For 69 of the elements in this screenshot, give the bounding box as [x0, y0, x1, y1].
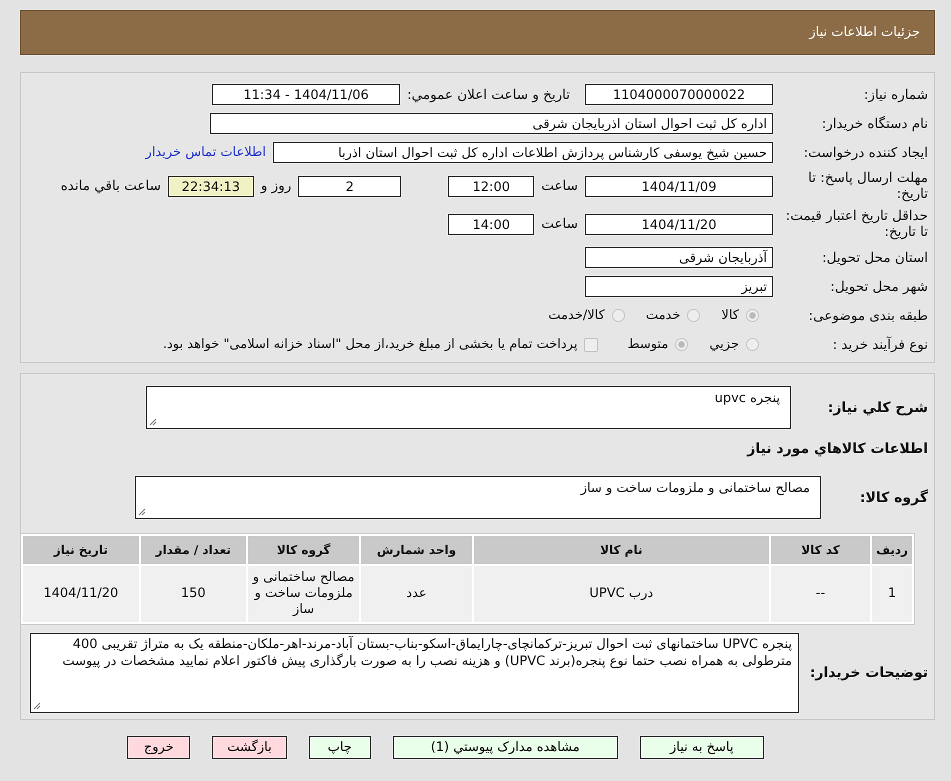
radio-label: کالا: [721, 308, 739, 323]
field-label: ساعت: [541, 178, 578, 194]
column-header: تعداد / مقدار: [140, 536, 246, 564]
field-label: ساعت باقي مانده: [60, 178, 161, 194]
action-button[interactable]: خروج: [127, 736, 190, 759]
radio-label: خدمت: [646, 308, 680, 323]
buyer-notes-field: پنجره UPVC ساختمانهای ثبت احوال تبریز-ترکمانچای-چارایماق-اسکو-بناب-بستان آباد-مرند-اهر-ملکان-منطقه یک به متراژ تقریبی 400 مترطولی به همراه نصب حتما نوع پنجره(برند UPVC) و هزینه نصب را به صورت بارگذاری پیش فاکتور اعلام نمایید مشخصات در پیوست: [30, 633, 799, 713]
goods-group-field: مصالح ساختمانی و ملزومات ساخت و ساز: [135, 476, 821, 519]
resize-grip-icon: [33, 702, 41, 710]
field-label: توضیحات خریدار:: [808, 665, 928, 681]
resize-grip-icon: [149, 418, 157, 426]
table-cell: --: [770, 566, 870, 622]
field-label: گروه کالا:: [858, 490, 928, 506]
column-header: گروه کالا: [248, 536, 360, 564]
field-label: مهلت ارسال پاسخ: تا تاریخ:: [807, 170, 928, 202]
column-header: واحد شمارش: [361, 536, 472, 564]
table-cell: مصالح ساختمانی و ملزومات ساخت و ساز: [248, 566, 360, 622]
field-label: شماره نیاز:: [862, 86, 928, 102]
field-label: استان محل تحویل:: [821, 250, 928, 266]
action-button[interactable]: بازگشت: [212, 736, 287, 759]
city-field: تبریز: [585, 276, 773, 297]
radio-button[interactable]: [612, 309, 625, 322]
field-label: ایجاد کننده درخواست:: [802, 144, 928, 160]
deadline-time-field: 12:00: [448, 176, 534, 196]
validity-date-field: 1404/11/20: [585, 214, 773, 234]
table-cell: 150: [140, 566, 246, 622]
buyer-contact-link[interactable]: اطلاعات تماس خریدار: [146, 145, 266, 160]
province-field: آذربایجان شرقی: [585, 247, 773, 268]
column-header: تاریخ نیاز: [23, 536, 139, 564]
column-header: کد کالا: [770, 536, 870, 564]
checkbox-label: پرداخت تمام یا بخشی از مبلغ خرید،از محل "اسناد خزانه اسلامی" خواهد بود.: [162, 337, 578, 352]
remaining-time-field: 22:34:13: [168, 176, 254, 196]
field-label: روز و: [260, 178, 292, 194]
days-field: 2: [298, 176, 402, 196]
radio-button[interactable]: [687, 309, 700, 322]
deadline-date-field: 1404/11/09: [585, 176, 773, 196]
need-number-field: 1104000070000022: [585, 84, 773, 105]
page-title: جزئیات اطلاعات نیاز: [809, 25, 920, 40]
resize-grip-icon: [138, 508, 146, 516]
table-cell: عدد: [361, 566, 472, 622]
field-label: شهر محل تحویل:: [829, 278, 928, 294]
radio-button[interactable]: [746, 309, 759, 322]
radio-label: کالا/خدمت: [548, 308, 605, 323]
requester-field: حسین شیخ یوسفی کارشناس پردازش اطلاعات اداره کل ثبت احوال استان اذربا: [273, 142, 773, 163]
field-label: تاریخ و ساعت اعلان عمومي:: [407, 86, 570, 102]
column-header: نام کالا: [474, 536, 769, 564]
radio-label: جزيي: [709, 337, 739, 352]
field-label: شرح کلي نیاز:: [826, 400, 928, 416]
buyer-field: اداره کل ثبت احوال استان اذربایجان شرقی: [210, 113, 773, 134]
table-cell: 1404/11/20: [23, 566, 139, 622]
table-cell: 1: [872, 566, 912, 622]
announce-date-field: 1404/11/06 - 11:34: [212, 84, 400, 105]
table-cell: درب UPVC: [474, 566, 769, 622]
action-button[interactable]: چاپ: [308, 736, 371, 759]
field-label: طبقه بندی موضوعی:: [808, 308, 928, 324]
action-button[interactable]: مشاهده مدارک پیوستي (1): [392, 736, 618, 759]
field-label: نام دستگاه خریدار:: [820, 116, 928, 132]
section-heading: اطلاعات کالاهاي مورد نیاز: [747, 440, 928, 456]
column-header: ردیف: [872, 536, 912, 564]
action-button[interactable]: پاسخ به نیاز: [640, 736, 764, 759]
checkbox[interactable]: [584, 338, 598, 352]
radio-button[interactable]: [746, 338, 759, 351]
summary-field: پنجره upvc: [146, 386, 791, 429]
field-label: حداقل تاریخ اعتبار قیمت: تا تاریخ:: [784, 208, 928, 240]
radio-label: متوسط: [627, 337, 668, 352]
field-label: نوع فرآیند خرید :: [832, 336, 928, 352]
validity-time-field: 14:00: [448, 214, 534, 234]
radio-button[interactable]: [675, 338, 688, 351]
field-label: ساعت: [541, 216, 578, 232]
